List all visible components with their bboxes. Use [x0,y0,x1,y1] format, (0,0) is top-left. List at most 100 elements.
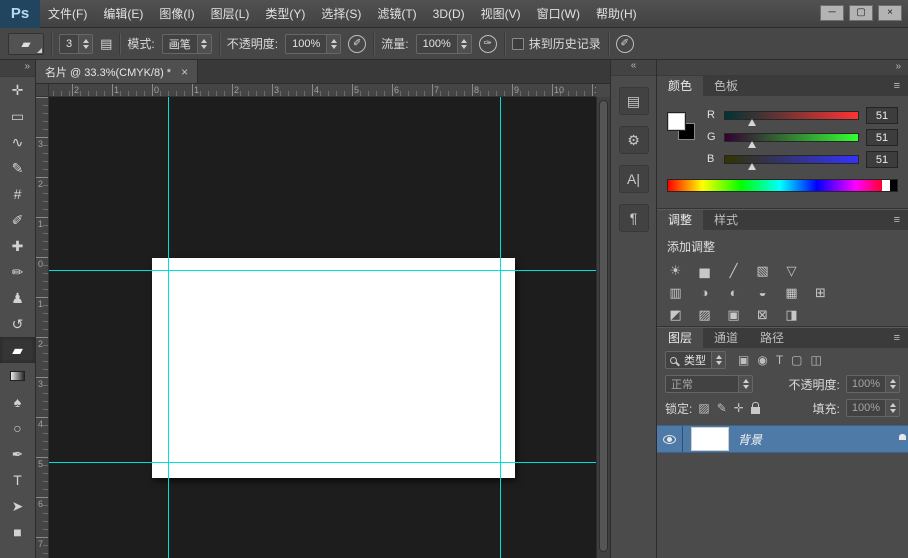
layer-row-background[interactable]: 背景 [657,425,908,453]
horizontal-ruler[interactable]: 2 1 0 1 2 3 4 5 6 7 8 9 10 11 [49,84,596,97]
photo-filter-icon[interactable]: ◒ [754,285,771,300]
menu-select[interactable]: 选择(S) [313,0,369,28]
fill-dropdown[interactable]: 100% [846,399,900,417]
color-lookup-icon[interactable]: ⊞ [812,285,829,300]
dropdown-arrows-icon[interactable] [457,35,471,53]
vertical-scrollbar[interactable] [596,97,610,558]
tab-adjustments[interactable]: 调整 [657,210,703,230]
dropdown-arrows-icon[interactable] [197,35,211,53]
blue-slider[interactable] [724,155,859,164]
minimize-button[interactable]: ─ [820,5,844,21]
paragraph-panel-icon[interactable]: ¶ [619,204,649,232]
crop-tool[interactable]: # [0,181,35,207]
green-slider[interactable] [724,133,859,142]
brush-tool[interactable]: ✏ [0,259,35,285]
exposure-icon[interactable]: ▧ [754,263,771,278]
slider-handle[interactable] [748,119,756,126]
scrollbar-thumb[interactable] [599,100,608,552]
tool-preset-picker[interactable]: ▰ [8,33,44,55]
guide-horizontal-bottom[interactable] [49,462,596,463]
rectangle-tool[interactable]: ■ [0,519,35,545]
tab-close-icon[interactable]: × [181,65,188,79]
invert-icon[interactable]: ◩ [667,307,684,322]
clone-stamp-tool[interactable]: ♟ [0,285,35,311]
panel-menu-icon[interactable]: ≡ [886,76,908,96]
dock-expand-icon[interactable]: « [611,60,656,76]
mode-dropdown[interactable]: 画笔 [162,34,212,54]
character-panel-icon[interactable]: A| [619,165,649,193]
dropdown-arrows-icon[interactable] [885,400,899,416]
green-value-field[interactable]: 51 [866,129,898,146]
dodge-tool[interactable]: ○ [0,415,35,441]
color-balance-icon[interactable]: ◑ [696,285,713,300]
layer-visibility-toggle[interactable] [657,426,683,452]
opacity-dropdown[interactable]: 100% [285,34,341,54]
filter-adjustment-layers-icon[interactable]: ◉ [757,353,767,367]
selective-color-icon[interactable]: ◨ [783,307,800,322]
black-white-icon[interactable]: ◐ [725,285,742,300]
red-slider[interactable] [724,111,859,120]
slider-handle[interactable] [748,141,756,148]
erase-to-history-checkbox[interactable] [512,38,524,50]
menu-image[interactable]: 图像(I) [151,0,202,28]
lock-all-icon[interactable] [751,407,760,414]
levels-icon[interactable]: ▅ [696,263,713,278]
menu-edit[interactable]: 编辑(E) [95,0,151,28]
filter-shape-layers-icon[interactable]: ▢ [791,353,802,367]
restore-button[interactable]: ▢ [849,5,873,21]
menu-file[interactable]: 文件(F) [40,0,95,28]
menu-view[interactable]: 视图(V) [473,0,529,28]
eyedropper-tool[interactable]: ✐ [0,207,35,233]
channel-mixer-icon[interactable]: ▦ [783,285,800,300]
lock-image-icon[interactable]: ✎ [717,401,727,415]
history-brush-tool[interactable]: ↺ [0,311,35,337]
layer-thumbnail[interactable] [691,427,729,451]
tab-paths[interactable]: 路径 [749,328,795,348]
curves-icon[interactable]: ╱ [725,263,742,278]
blend-mode-dropdown[interactable]: 正常 [665,375,753,393]
gradient-tool[interactable] [0,363,35,389]
pressure-opacity-icon[interactable]: ✐ [348,35,366,53]
dropdown-arrows-icon[interactable] [78,35,92,53]
color-spectrum-bar[interactable] [667,179,898,192]
foreground-background-swatches[interactable] [667,112,701,146]
red-value-field[interactable]: 51 [866,107,898,124]
threshold-icon[interactable]: ▣ [725,307,742,322]
layer-filter-dropdown[interactable]: 类型 [665,351,726,369]
brush-panel-toggle-icon[interactable]: ▤ [100,36,112,52]
panel-menu-icon[interactable]: ≡ [886,210,908,230]
black-cap[interactable] [890,180,897,191]
document-tab[interactable]: 名片 @ 33.3%(CMYK/8) * × [36,60,198,83]
path-selection-tool[interactable]: ➤ [0,493,35,519]
vertical-ruler[interactable]: 3 2 1 0 1 2 3 4 5 6 7 [36,97,49,558]
white-cap[interactable] [882,180,890,191]
toolbar-collapse-icon[interactable]: » [0,60,35,77]
clone-source-panel-icon[interactable]: ⚙ [619,126,649,154]
menu-type[interactable]: 类型(Y) [257,0,313,28]
guide-vertical-left[interactable] [168,97,169,558]
brush-size-picker[interactable]: 3 [59,34,93,54]
dropdown-arrows-icon[interactable] [711,352,725,368]
brightness-contrast-icon[interactable]: ☀ [667,263,684,278]
blue-value-field[interactable]: 51 [866,151,898,168]
tab-layers[interactable]: 图层 [657,328,703,348]
guide-horizontal-top[interactable] [49,270,596,271]
filter-smart-objects-icon[interactable]: ◫ [811,353,822,367]
panels-collapse-icon[interactable]: » [657,60,908,76]
slider-handle[interactable] [748,163,756,170]
posterize-icon[interactable]: ▨ [696,307,713,322]
move-tool[interactable]: ✛ [0,77,35,103]
airbrush-icon[interactable]: ✑ [479,35,497,53]
pressure-size-icon[interactable]: ✐ [616,35,634,53]
close-button[interactable]: × [878,5,902,21]
vibrance-icon[interactable]: ▽ [783,263,800,278]
menu-filter[interactable]: 滤镜(T) [369,0,424,28]
foreground-color-swatch[interactable] [667,112,686,131]
tab-styles[interactable]: 样式 [703,210,749,230]
panel-menu-icon[interactable]: ≡ [886,328,908,348]
erase-to-history-option[interactable]: 抹到历史记录 [512,35,601,52]
flow-dropdown[interactable]: 100% [416,34,472,54]
lasso-tool[interactable]: ∿ [0,129,35,155]
canvas-area[interactable] [49,97,596,558]
spot-healing-brush-tool[interactable]: ✚ [0,233,35,259]
